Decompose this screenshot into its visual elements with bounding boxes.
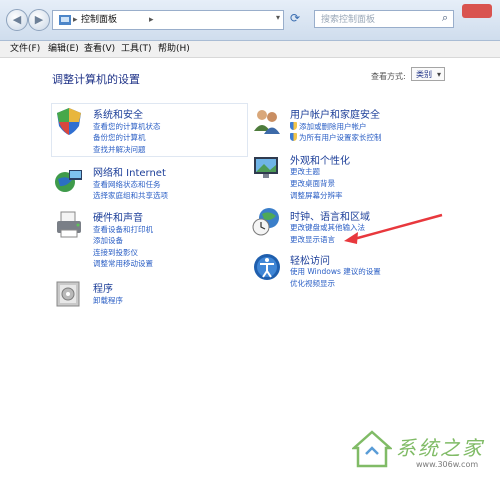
link-parental-controls[interactable]: 为所有用户设置家长控制 xyxy=(290,132,382,143)
search-input[interactable]: 搜索控制面板 xyxy=(314,10,454,28)
security-shield-icon xyxy=(57,108,81,135)
category-system-security-title[interactable]: 系统和安全 xyxy=(93,106,143,121)
user-accounts-icon xyxy=(254,110,280,134)
uac-shield-icon xyxy=(290,133,297,141)
dropdown-icon[interactable]: ▾ xyxy=(276,13,280,22)
menu-bar: 文件(F) 编辑(E) 查看(V) 工具(T) 帮助(H) xyxy=(0,41,500,58)
forward-button[interactable]: ▶ xyxy=(28,9,50,31)
menu-edit[interactable]: 编辑(E) xyxy=(48,41,79,57)
link-add-remove-users-label: 添加或删除用户帐户 xyxy=(299,122,367,131)
link-uninstall-program[interactable]: 卸载程序 xyxy=(93,295,123,306)
link-find-fix-problems[interactable]: 查找并解决问题 xyxy=(93,144,146,155)
refresh-icon[interactable]: ⟳ xyxy=(290,11,300,25)
link-backup-computer[interactable]: 备份您的计算机 xyxy=(93,132,146,143)
category-user-accounts-title[interactable]: 用户帐户和家庭安全 xyxy=(290,106,380,121)
link-parental-controls-label: 为所有用户设置家长控制 xyxy=(299,133,382,142)
menu-tools[interactable]: 工具(T) xyxy=(121,41,152,57)
watermark-house-icon xyxy=(352,430,392,468)
appearance-monitor-icon xyxy=(254,157,278,178)
clock-globe-icon xyxy=(252,208,279,236)
link-optimize-video[interactable]: 优化视频显示 xyxy=(290,278,335,289)
category-ease-of-access-title[interactable]: 轻松访问 xyxy=(290,252,330,267)
watermark-url: www.306w.com xyxy=(416,460,479,469)
address-bar[interactable]: ▸ 控制面板 ▸ xyxy=(52,10,284,30)
page-title: 调整计算机的设置 xyxy=(52,73,140,86)
link-change-display-language[interactable]: 更改显示语言 xyxy=(290,234,335,245)
control-panel-icon xyxy=(59,15,71,25)
network-globe-icon xyxy=(55,170,82,192)
menu-help[interactable]: 帮助(H) xyxy=(158,41,190,57)
menu-view[interactable]: 查看(V) xyxy=(84,41,115,57)
window-titlebar: ◀ ▶ ▸ 控制面板 ▸ ▾ ⟳ 搜索控制面板 ⌕ xyxy=(0,0,500,41)
link-desktop-background[interactable]: 更改桌面背景 xyxy=(290,178,335,189)
view-by-label: 查看方式: xyxy=(371,72,406,81)
printer-icon xyxy=(57,211,81,238)
search-icon[interactable]: ⌕ xyxy=(442,11,448,25)
category-hardware-sound-title[interactable]: 硬件和声音 xyxy=(93,209,143,224)
link-screen-resolution[interactable]: 调整屏幕分辨率 xyxy=(290,190,343,201)
link-recommended-settings[interactable]: 使用 Windows 建议的设置 xyxy=(290,266,381,277)
watermark-text: 系统之家 xyxy=(396,436,484,460)
category-network-title[interactable]: 网络和 Internet xyxy=(93,164,166,179)
watermark: 系统之家 www.306w.com xyxy=(352,428,497,478)
breadcrumb-control-panel[interactable]: 控制面板 xyxy=(81,11,117,29)
view-by-select[interactable]: 类别 ▾ xyxy=(411,67,445,81)
link-devices-printers[interactable]: 查看设备和打印机 xyxy=(93,224,153,235)
back-button[interactable]: ◀ xyxy=(6,9,28,31)
breadcrumb-chevron-icon[interactable]: ▸ xyxy=(73,11,78,29)
menu-file[interactable]: 文件(F) xyxy=(10,41,40,57)
breadcrumb-separator[interactable]: ▸ xyxy=(149,11,154,29)
link-network-status[interactable]: 查看网络状态和任务 xyxy=(93,179,161,190)
link-change-theme[interactable]: 更改主题 xyxy=(290,166,320,177)
category-programs-title[interactable]: 程序 xyxy=(93,280,113,295)
chevron-down-icon: ▾ xyxy=(436,70,441,79)
link-mobility-settings[interactable]: 调整常用移动设置 xyxy=(93,258,153,269)
link-add-remove-users[interactable]: 添加或删除用户帐户 xyxy=(290,121,367,132)
control-panel-content: 调整计算机的设置 查看方式: 类别 ▾ 系统和安全 查看您的计算机状态 备份您的… xyxy=(0,58,500,481)
view-by-value: 类别 xyxy=(416,70,432,79)
link-add-device[interactable]: 添加设备 xyxy=(93,235,123,246)
close-button[interactable] xyxy=(462,4,492,18)
link-view-computer-status[interactable]: 查看您的计算机状态 xyxy=(93,121,161,132)
red-arrow-annotation xyxy=(344,213,443,244)
ease-of-access-icon xyxy=(254,254,280,280)
category-appearance-title[interactable]: 外观和个性化 xyxy=(290,152,350,167)
link-connect-projector[interactable]: 连接到投影仪 xyxy=(93,247,138,258)
uac-shield-icon xyxy=(290,122,297,130)
link-homegroup-sharing[interactable]: 选择家庭组和共享选项 xyxy=(93,190,168,201)
programs-icon xyxy=(56,281,80,307)
